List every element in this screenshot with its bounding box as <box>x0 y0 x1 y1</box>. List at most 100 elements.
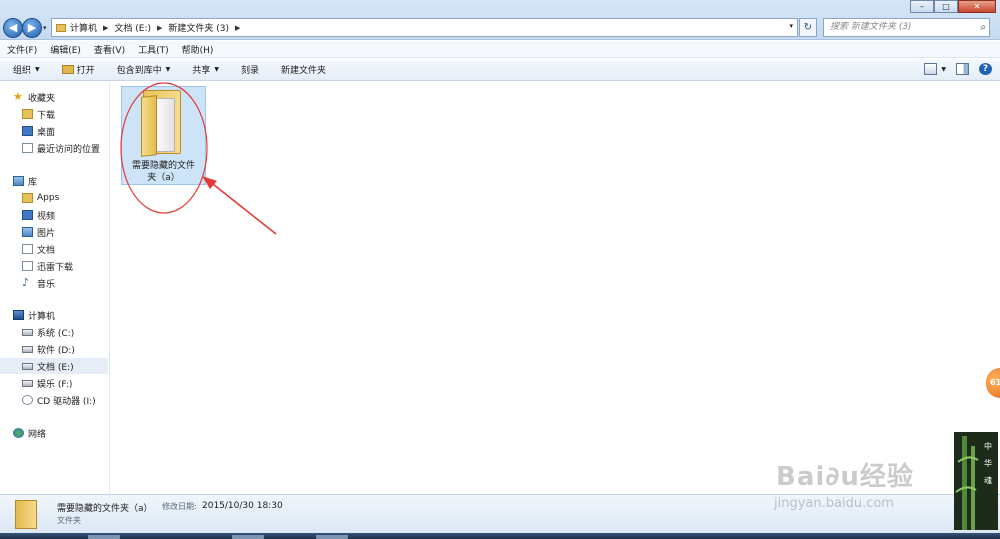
minimize-button[interactable]: – <box>910 0 934 13</box>
caret-down-icon[interactable]: ▼ <box>941 66 946 73</box>
menu-edit[interactable]: 编辑(E) <box>50 43 81 56</box>
taskbar-button[interactable] <box>88 535 120 539</box>
sidebar-item-music[interactable]: ♪ 音乐 <box>22 275 55 291</box>
forward-arrow-icon: ▶ <box>27 21 37 34</box>
breadcrumb-current-folder[interactable]: 新建文件夹 (3) ▶ <box>168 21 240 35</box>
downloads-folder-icon <box>22 109 33 119</box>
baidu-watermark: Bai∂u经验 jingyan.baidu.com <box>762 448 962 518</box>
picture-library-icon <box>22 227 33 237</box>
sidebar-item-drive-f[interactable]: 娱乐 (F:) <box>22 375 72 391</box>
open-folder-icon <box>61 65 74 74</box>
caret-down-icon: ▼ <box>35 66 40 73</box>
menu-bar: 文件(F) 编辑(E) 查看(V) 工具(T) 帮助(H) <box>0 41 1000 58</box>
close-button[interactable]: ✕ <box>958 0 996 13</box>
share-button[interactable]: 共享 ▼ <box>192 63 219 76</box>
sidebar-item-xunlei-downloads[interactable]: 迅雷下载 <box>22 258 73 274</box>
search-icon[interactable]: ⌕ <box>980 19 986 36</box>
chevron-right-icon[interactable]: ▶ <box>103 24 108 32</box>
folder-item[interactable]: 需要隐藏的文件 夹（a） <box>121 86 206 185</box>
menu-file[interactable]: 文件(F) <box>7 43 37 56</box>
menu-view[interactable]: 查看(V) <box>94 43 125 56</box>
drive-icon <box>22 345 33 353</box>
sidebar-item-cd-drive[interactable]: CD 驱动器 (I:) <box>22 392 96 408</box>
back-arrow-icon: ◀ <box>8 21 18 34</box>
library-icon <box>13 176 24 186</box>
cd-drive-icon <box>22 395 33 405</box>
sidebar-item-drive-e[interactable]: 文档 (E:) <box>0 358 108 374</box>
watermark-url: jingyan.baidu.com <box>774 496 894 511</box>
address-dropdown-icon[interactable]: ▾ <box>789 22 793 30</box>
sidebar-libraries[interactable]: 库 <box>13 173 37 189</box>
change-view-icon[interactable] <box>924 63 938 75</box>
address-bar[interactable]: 计算机 ▶ 文档 (E:) ▶ 新建文件夹 (3) ▶ ▾ <box>51 18 798 37</box>
menu-tools[interactable]: 工具(T) <box>138 43 169 56</box>
maximize-button[interactable]: □ <box>934 0 958 13</box>
desktop-icon <box>22 126 33 136</box>
taskbar-button[interactable] <box>316 535 348 539</box>
sidebar-item-drive-c[interactable]: 系统 (C:) <box>22 324 74 340</box>
document-library-icon <box>22 244 33 254</box>
breadcrumb-computer[interactable]: 计算机 ▶ <box>70 21 108 35</box>
refresh-icon: ↻ <box>803 22 813 33</box>
sidebar-item-drive-d[interactable]: 软件 (D:) <box>22 341 75 357</box>
back-button[interactable]: ◀ <box>3 18 23 38</box>
drive-icon <box>22 362 33 370</box>
refresh-button[interactable]: ↻ <box>799 18 817 37</box>
toolbar-right: ▼ ? <box>914 63 992 75</box>
sidebar-item-apps[interactable]: Apps <box>22 190 59 206</box>
include-in-library-button[interactable]: 包含到库中 ▼ <box>117 63 171 76</box>
selected-folder-icon <box>15 500 37 529</box>
music-note-icon: ♪ <box>22 276 30 289</box>
modified-date-label: 修改日期: <box>162 502 197 511</box>
recent-places-icon <box>22 143 33 153</box>
modified-date-value: 2015/10/30 18:30 <box>202 501 283 511</box>
folder-icon <box>22 193 33 203</box>
watermark-logo-text: Bai∂u经验 <box>776 462 914 492</box>
bamboo-decoration: 中 华 魂 <box>954 432 998 530</box>
sidebar-computer[interactable]: 计算机 <box>13 307 55 323</box>
recent-pages-dropdown[interactable]: ▾ <box>43 24 47 32</box>
menu-help[interactable]: 帮助(H) <box>182 43 214 56</box>
burn-button[interactable]: 刻录 <box>241 63 259 76</box>
xunlei-library-icon <box>22 261 33 271</box>
caret-down-icon: ▼ <box>214 66 219 73</box>
folder-name: 需要隐藏的文件 夹（a） <box>131 161 195 183</box>
search-placeholder: 搜索 新建文件夹 (3) <box>830 22 912 32</box>
sidebar-item-recent-places[interactable]: 最近访问的位置 <box>22 140 100 156</box>
drive-icon <box>22 379 33 387</box>
preview-pane-icon[interactable] <box>956 63 969 75</box>
file-list-area[interactable]: 需要隐藏的文件 夹（a） <box>111 82 1000 494</box>
help-icon[interactable]: ? <box>979 63 992 75</box>
window-controls: – □ ✕ <box>910 0 996 13</box>
chevron-right-icon[interactable]: ▶ <box>235 24 240 32</box>
sidebar-item-downloads[interactable]: 下载 <box>22 106 55 122</box>
sidebar-network[interactable]: 网络 <box>13 425 46 441</box>
system-drive-icon <box>22 328 33 336</box>
taskbar-button[interactable] <box>232 535 264 539</box>
selected-item-type: 文件夹 <box>57 516 81 525</box>
breadcrumb-drive-e[interactable]: 文档 (E:) ▶ <box>114 21 162 35</box>
computer-icon <box>13 310 24 320</box>
chevron-right-icon[interactable]: ▶ <box>157 24 162 32</box>
title-bar: ◀ ▶ ▾ 计算机 ▶ 文档 (E:) ▶ 新建文件夹 (3) ▶ ▾ ↻ 搜索 新建… <box>0 0 1000 40</box>
sidebar-item-desktop[interactable]: 桌面 <box>22 123 55 139</box>
new-folder-button[interactable]: 新建文件夹 <box>281 63 326 76</box>
video-library-icon <box>22 210 33 220</box>
large-folder-icon <box>139 90 189 158</box>
sidebar-item-documents[interactable]: 文档 <box>22 241 55 257</box>
network-icon <box>13 428 24 438</box>
bamboo-caption: 中 华 魂 <box>984 442 992 485</box>
organize-button[interactable]: 组织 ▼ <box>13 63 40 76</box>
forward-button[interactable]: ▶ <box>22 18 42 38</box>
command-bar: 组织 ▼ 打开 包含到库中 ▼ 共享 ▼ 刻录 新建文件夹 ▼ ? <box>0 59 1000 81</box>
sidebar-item-pictures[interactable]: 图片 <box>22 224 55 240</box>
navigation-pane: ★ 收藏夹 下载 桌面 最近访问的位置 库 Apps 视频 图片 文档 迅雷下载 … <box>0 82 110 494</box>
sidebar-item-videos[interactable]: 视频 <box>22 207 55 223</box>
search-input[interactable]: 搜索 新建文件夹 (3) ⌕ <box>823 18 990 37</box>
star-icon: ★ <box>13 90 23 103</box>
taskbar <box>0 533 1000 539</box>
selected-item-name: 需要隐藏的文件夹（a） <box>57 504 153 514</box>
open-button[interactable]: 打开 <box>61 63 95 76</box>
sidebar-favorites[interactable]: ★ 收藏夹 <box>13 89 55 105</box>
caret-down-icon: ▼ <box>165 66 171 73</box>
